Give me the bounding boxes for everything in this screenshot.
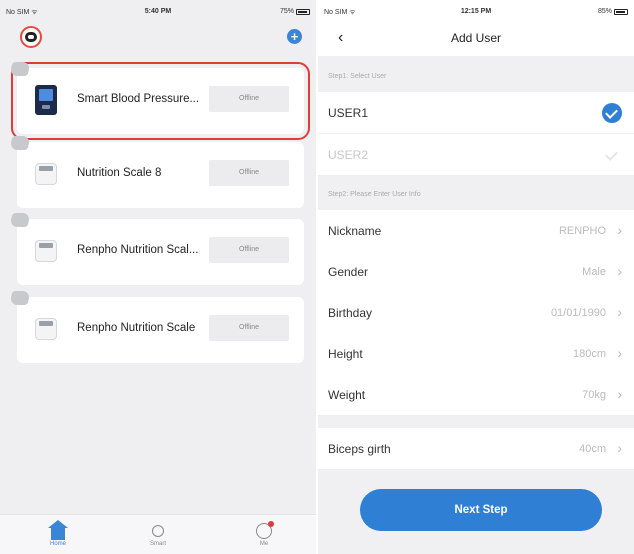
next-step-button[interactable]: Next Step: [360, 489, 602, 531]
user-option-user2[interactable]: USER2: [318, 134, 634, 176]
device-list-screen: No SIM ᯤ 5:40 PM 75% + Smart Blood Press…: [0, 0, 316, 554]
field-value: Male: [582, 266, 606, 278]
device-status-badge[interactable]: Offline: [209, 86, 289, 112]
field-label: Birthday: [328, 306, 373, 320]
field-value: 40cm: [579, 443, 606, 455]
checkmark-icon: [602, 103, 622, 123]
field-value: RENPHO: [558, 225, 606, 237]
device-card-blood-pressure[interactable]: Smart Blood Pressure... Offline: [9, 62, 310, 140]
chevron-right-icon: ›: [617, 263, 622, 279]
user-label: USER1: [328, 106, 369, 120]
profile-avatar-button[interactable]: [20, 26, 42, 48]
battery-percent: 85%: [597, 8, 612, 15]
checkmark-icon: [602, 145, 622, 165]
scale-icon: [35, 163, 57, 185]
field-gender[interactable]: Gender Male ›: [318, 251, 634, 293]
device-name: Renpho Nutrition Scale: [77, 322, 196, 334]
battery-indicator: 85%: [598, 8, 628, 15]
battery-icon: [296, 8, 310, 15]
tab-home[interactable]: Home: [38, 520, 78, 547]
chevron-right-icon: ›: [617, 222, 622, 238]
smart-icon: [152, 525, 164, 537]
device-status-badge[interactable]: Offline: [209, 160, 289, 186]
step1-header: Step1: Select User: [328, 73, 387, 80]
page-title: Add User: [450, 31, 502, 45]
field-label: Nickname: [328, 224, 382, 238]
add-user-screen: No SIM ᯤ 12:15 PM 85% ‹ Add User Step1: …: [318, 0, 634, 554]
status-bar: No SIM ᯤ 12:15 PM 85%: [318, 0, 634, 20]
chevron-right-icon: ›: [617, 345, 622, 361]
device-name: Renpho Nutrition Scal...: [77, 244, 199, 256]
card-tab-icon: [9, 213, 31, 227]
device-status-badge[interactable]: Offline: [209, 237, 289, 263]
field-height[interactable]: Height 180cm ›: [318, 333, 634, 375]
tab-me[interactable]: Me: [244, 521, 284, 547]
field-label: Gender: [328, 265, 369, 279]
field-nickname[interactable]: Nickname RENPHO ›: [318, 210, 634, 252]
battery-icon: [614, 8, 628, 15]
field-label: Biceps girth: [328, 442, 391, 456]
chevron-right-icon: ›: [617, 304, 622, 320]
nav-bar: No SIM ᯤ 12:15 PM 85% ‹ Add User: [318, 0, 634, 56]
field-label: Height: [328, 347, 363, 361]
device-name: Nutrition Scale 8: [77, 167, 162, 179]
field-value: 01/01/1990: [550, 307, 606, 319]
user-option-user1[interactable]: USER1: [318, 92, 634, 134]
time-text: 12:15 PM: [460, 8, 492, 15]
add-device-button[interactable]: +: [287, 29, 302, 44]
field-biceps-girth[interactable]: Biceps girth 40cm ›: [318, 428, 634, 470]
tab-smart[interactable]: Smart: [138, 521, 178, 547]
scale-icon: [35, 240, 57, 262]
field-birthday[interactable]: Birthday 01/01/1990 ›: [318, 292, 634, 334]
card-tab-icon: [9, 291, 31, 305]
chevron-right-icon: ›: [617, 386, 622, 402]
device-status-badge[interactable]: Offline: [209, 315, 289, 341]
step2-header: Step2: Please Enter User Info: [328, 191, 421, 198]
user-label: USER2: [328, 148, 369, 162]
field-label: Weight: [328, 388, 366, 402]
tab-label: Home: [49, 541, 66, 547]
device-card-renpho-nutrition-scal[interactable]: Renpho Nutrition Scal... Offline: [9, 213, 304, 285]
field-weight[interactable]: Weight 70kg ›: [318, 374, 634, 416]
tab-label: Smart: [149, 541, 166, 547]
battery-indicator: 75%: [280, 8, 310, 15]
avatar-icon: [25, 32, 37, 42]
card-tab-icon: [9, 62, 31, 76]
home-icon: [48, 520, 68, 540]
blood-pressure-monitor-icon: [35, 85, 57, 115]
chevron-right-icon: ›: [617, 440, 622, 456]
battery-percent: 75%: [279, 8, 294, 15]
me-icon: [256, 521, 274, 539]
device-card-nutrition-scale-8[interactable]: Nutrition Scale 8 Offline: [9, 136, 304, 208]
scale-icon: [35, 318, 57, 340]
time-text: 5:40 PM: [144, 8, 172, 15]
field-value: 70kg: [582, 389, 606, 401]
device-card-renpho-nutrition-scale[interactable]: Renpho Nutrition Scale Offline: [9, 291, 304, 363]
status-bar: No SIM ᯤ 5:40 PM 75%: [0, 0, 316, 20]
tab-label: Me: [259, 541, 269, 547]
field-value: 180cm: [572, 348, 606, 360]
bottom-tab-bar: Home Smart Me: [0, 514, 316, 554]
device-name: Smart Blood Pressure...: [77, 93, 200, 105]
card-tab-icon: [9, 136, 31, 150]
